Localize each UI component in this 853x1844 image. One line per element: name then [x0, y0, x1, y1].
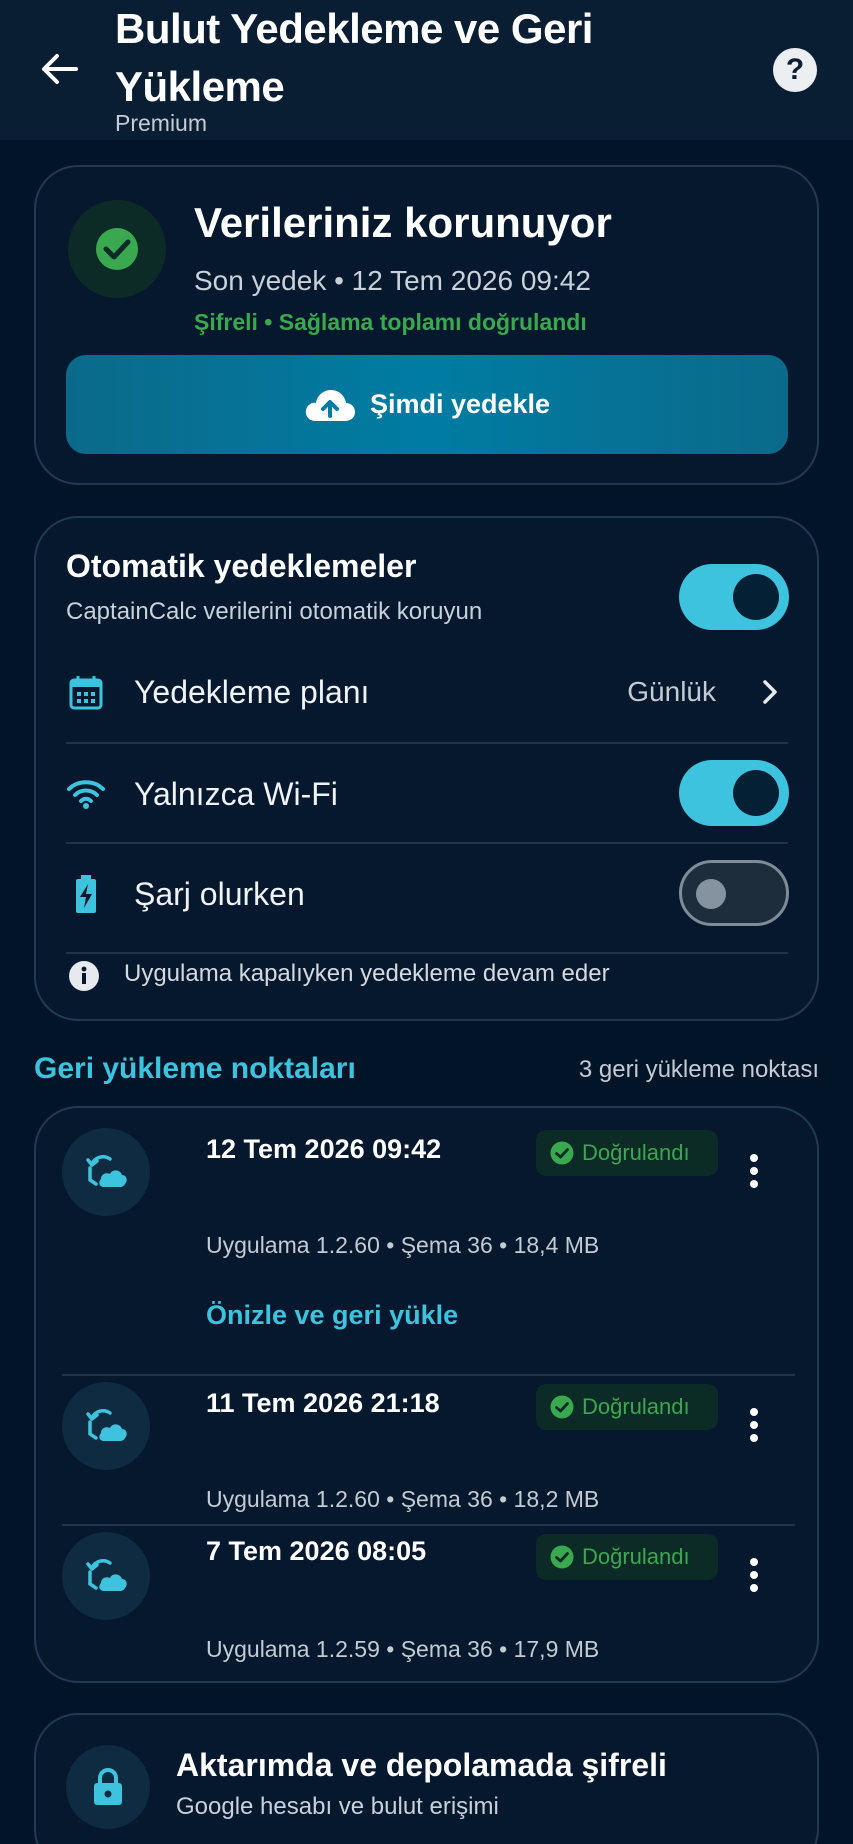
auto-backup-card: Otomatik yedeklemeler CaptainCalc verile…: [34, 516, 819, 1021]
restore-icon-wrap: [62, 1128, 150, 1216]
charging-toggle[interactable]: [679, 860, 789, 926]
restore-point-meta: Uygulama 1.2.59 • Şema 36 • 17,9 MB: [206, 1636, 600, 1662]
verified-badge: Doğrulandı: [536, 1384, 718, 1430]
calendar-icon: [69, 676, 103, 710]
restore-point-date: 11 Tem 2026 21:18: [206, 1388, 440, 1418]
help-circle-icon: ?: [785, 53, 805, 86]
wifi-icon: [67, 780, 105, 809]
wifi-only-toggle[interactable]: [679, 760, 789, 826]
backup-now-button[interactable]: Şimdi yedekle: [66, 355, 788, 454]
security-subtitle: Google hesabı ve bulut erişimi: [176, 1793, 499, 1820]
verified-badge: Doğrulandı: [536, 1130, 718, 1176]
more-vert-icon: [750, 1558, 758, 1592]
auto-backup-title: Otomatik yedeklemeler: [66, 548, 417, 584]
check-circle-icon: [550, 1545, 574, 1569]
info-row: Uygulama kapalıyken yedekleme devam eder: [66, 952, 788, 996]
toggle-knob: [733, 770, 779, 816]
auto-backup-subtitle: CaptainCalc verilerini otomatik koruyun: [66, 598, 483, 625]
page-subtitle: Premium: [115, 110, 208, 136]
security-card: Aktarımda ve depolamada şifreli Google h…: [34, 1713, 819, 1844]
page-title: Bulut Yedekleme ve Geri Yükleme: [115, 5, 593, 110]
toggle-knob: [696, 879, 726, 909]
battery-charging-icon: [76, 875, 96, 913]
backup-now-label: Şimdi yedekle: [369, 389, 551, 419]
restore-point-meta: Uygulama 1.2.60 • Şema 36 • 18,2 MB: [206, 1486, 600, 1512]
restore-icon-wrap: [62, 1382, 150, 1470]
restore-point-date: 12 Tem 2026 09:42: [206, 1134, 442, 1164]
verification-text: Şifreli • Sağlama toplamı doğrulandı: [194, 309, 587, 335]
verified-badge: Doğrulandı: [536, 1534, 718, 1580]
status-icon-wrap: [68, 200, 166, 298]
verified-badge-label: Doğrulandı: [582, 1544, 690, 1569]
help-button[interactable]: ?: [773, 48, 817, 92]
schedule-row[interactable]: Yedekleme planı Günlük: [66, 642, 788, 742]
more-vert-icon: [750, 1154, 758, 1188]
status-title: Verileriniz korunuyor: [194, 199, 612, 246]
more-options-button[interactable]: [738, 1400, 770, 1450]
arrow-left-icon: [42, 54, 78, 84]
check-circle-icon: [550, 1141, 574, 1165]
restore-point-item: 12 Tem 2026 09:42 Doğrulandı Uygulama 1.…: [62, 1108, 795, 1374]
more-options-button[interactable]: [738, 1550, 770, 1600]
schedule-label: Yedekleme planı: [134, 674, 370, 710]
lock-icon: [94, 1768, 122, 1805]
restore-points-title: Geri yükleme noktaları: [34, 1052, 356, 1085]
charging-row: Şarj olurken: [66, 842, 789, 942]
restore-point-item: 7 Tem 2026 08:05 Doğrulandı Uygulama 1.2…: [62, 1524, 795, 1674]
more-options-button[interactable]: [738, 1146, 770, 1196]
cloud-upload-icon: [305, 389, 355, 421]
cloud-restore-icon: [86, 1409, 127, 1441]
restore-point-meta: Uygulama 1.2.60 • Şema 36 • 18,4 MB: [206, 1232, 600, 1258]
verified-badge-label: Doğrulandı: [582, 1140, 690, 1165]
verified-badge-label: Doğrulandı: [582, 1394, 690, 1419]
schedule-value: Günlük: [627, 676, 716, 707]
restore-points-count: 3 geri yükleme noktası: [578, 1056, 819, 1083]
security-title: Aktarımda ve depolamada şifreli: [176, 1747, 667, 1783]
check-circle-icon: [96, 228, 138, 270]
preview-restore-link[interactable]: Önizle ve geri yükle: [206, 1300, 458, 1331]
cloud-restore-icon: [86, 1155, 127, 1187]
auto-backup-toggle[interactable]: [679, 564, 789, 630]
wifi-only-row: Yalnızca Wi-Fi: [66, 742, 789, 842]
info-icon: [69, 961, 99, 991]
restore-point-date: 7 Tem 2026 08:05: [206, 1536, 427, 1566]
back-button[interactable]: [38, 48, 80, 90]
more-vert-icon: [750, 1408, 758, 1442]
lock-icon-wrap: [66, 1745, 150, 1829]
chevron-right-icon: [763, 680, 777, 704]
backup-status-card: Verileriniz korunuyor Son yedek • 12 Tem…: [34, 165, 819, 485]
charging-label: Şarj olurken: [134, 876, 305, 912]
restore-point-item: 11 Tem 2026 21:18 Doğrulandı Uygulama 1.…: [62, 1374, 795, 1524]
cloud-restore-icon: [86, 1559, 127, 1591]
toggle-knob: [733, 574, 779, 620]
restore-icon-wrap: [62, 1532, 150, 1620]
wifi-only-label: Yalnızca Wi-Fi: [134, 776, 338, 812]
check-circle-icon: [550, 1395, 574, 1419]
last-backup-text: Son yedek • 12 Tem 2026 09:42: [194, 265, 591, 296]
info-text: Uygulama kapalıyken yedekleme devam eder: [124, 960, 610, 987]
restore-points-card: 12 Tem 2026 09:42 Doğrulandı Uygulama 1.…: [34, 1106, 819, 1683]
app-bar: Bulut Yedekleme ve Geri Yükleme Premium …: [0, 0, 853, 140]
